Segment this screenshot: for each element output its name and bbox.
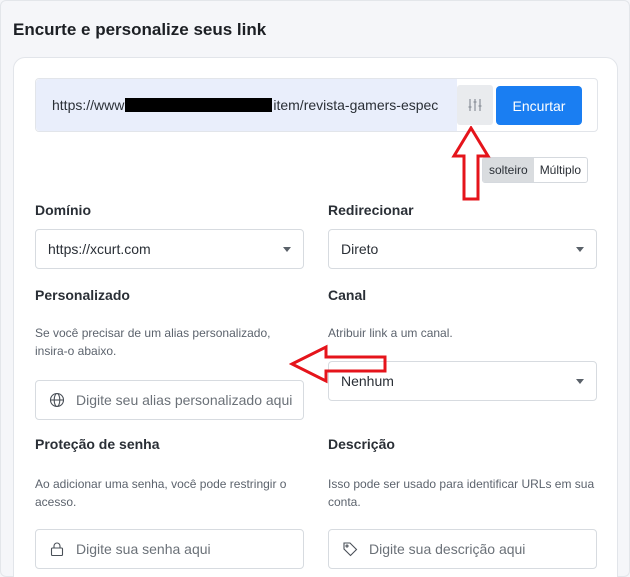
- domain-label: Domínio: [35, 202, 91, 218]
- globe-icon: [48, 391, 66, 409]
- url-bar: https://www item/revista-gamers-espec Enc…: [35, 78, 598, 132]
- shorten-form-card: https://www item/revista-gamers-espec Enc…: [13, 57, 618, 577]
- custom-label: Personalizado: [35, 287, 130, 303]
- url-text-suffix: item/revista-gamers-espec: [273, 97, 439, 113]
- channel-label: Canal: [328, 287, 367, 303]
- chevron-down-icon: [576, 247, 584, 252]
- custom-alias-input[interactable]: Digite seu alias personalizado aqui: [35, 380, 304, 420]
- redirect-select[interactable]: Direto: [328, 229, 597, 269]
- lock-icon: [48, 540, 66, 558]
- domain-select-value: https://xcurt.com: [48, 241, 151, 257]
- shorten-button[interactable]: Encurtar: [496, 86, 582, 125]
- tag-icon: [341, 540, 359, 558]
- annotation-arrow-left: [289, 344, 387, 384]
- description-label: Descrição: [328, 436, 395, 452]
- password-placeholder: Digite sua senha aqui: [76, 541, 211, 557]
- password-input[interactable]: Digite sua senha aqui: [35, 529, 304, 569]
- password-help: Ao adicionar uma senha, você pode restri…: [35, 477, 287, 509]
- page-title: Encurte e personalize seus link: [13, 20, 267, 39]
- custom-help: Se você precisar de um alias personaliza…: [35, 326, 271, 358]
- description-input[interactable]: Digite sua descrição aqui: [328, 529, 597, 569]
- mode-multiple-option[interactable]: Múltiplo: [534, 158, 587, 182]
- password-label: Proteção de senha: [35, 436, 160, 452]
- url-input[interactable]: https://www item/revista-gamers-espec: [36, 79, 457, 131]
- description-placeholder: Digite sua descrição aqui: [369, 541, 526, 557]
- url-text-prefix: https://www: [52, 97, 125, 113]
- redirect-select-value: Direto: [341, 241, 379, 257]
- chevron-down-icon: [576, 379, 584, 384]
- description-help: Isso pode ser usado para identificar URL…: [328, 477, 595, 509]
- redaction-box: [125, 98, 273, 112]
- custom-alias-placeholder: Digite seu alias personalizado aqui: [76, 392, 293, 408]
- sliders-icon: [468, 99, 482, 111]
- annotation-arrow-up: [451, 126, 491, 201]
- chevron-down-icon: [283, 247, 291, 252]
- domain-select[interactable]: https://xcurt.com: [35, 229, 304, 269]
- redirect-label: Redirecionar: [328, 202, 414, 218]
- settings-button[interactable]: [457, 85, 493, 125]
- channel-help: Atribuir link a um canal.: [328, 326, 453, 340]
